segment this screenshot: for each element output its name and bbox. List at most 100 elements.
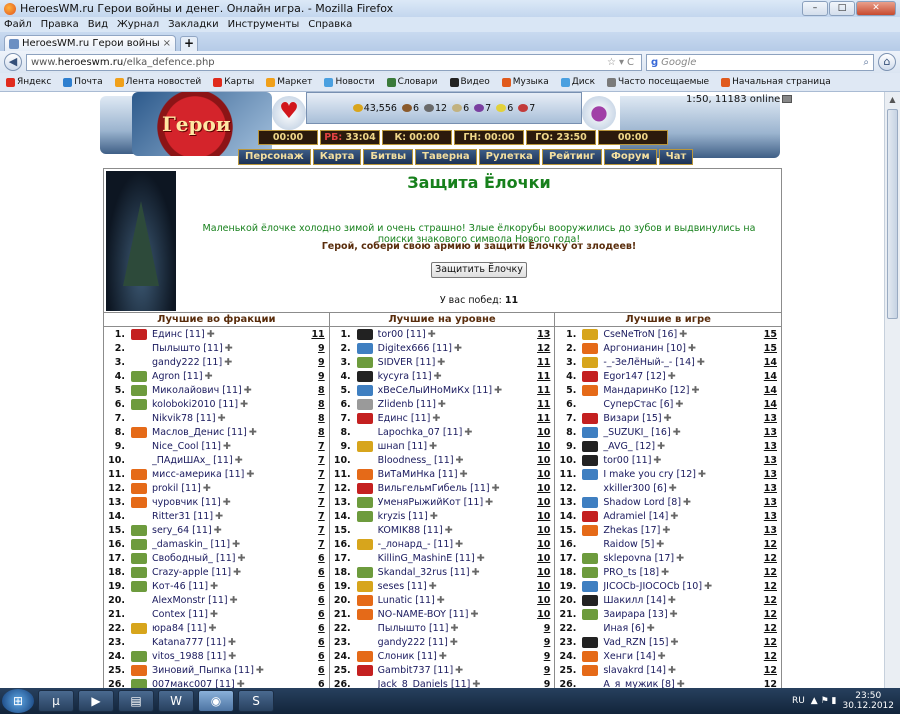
player-name[interactable]: PRO_ts [18] ✚ xyxy=(603,567,759,578)
player-name[interactable]: Lunatic [11] ✚ xyxy=(378,595,533,606)
player-name[interactable]: хВеСеЛыЙНоМиКх [11] ✚ xyxy=(378,385,533,396)
player-name[interactable]: юра84 [11] ✚ xyxy=(152,623,307,634)
defend-tree-button[interactable]: Защитить Ёлочку xyxy=(431,262,527,278)
player-score[interactable]: 12 xyxy=(759,567,781,578)
player-score[interactable]: 8 xyxy=(307,385,329,396)
player-score[interactable]: 7 xyxy=(307,539,329,550)
player-info-icon[interactable]: ✚ xyxy=(677,679,685,689)
player-name[interactable]: Ritter31 [11] ✚ xyxy=(152,511,307,522)
player-name[interactable]: Jack_8_Daniels [11] ✚ xyxy=(378,679,533,689)
player-info-icon[interactable]: ✚ xyxy=(670,511,678,522)
player-info-icon[interactable]: ✚ xyxy=(208,623,216,634)
player-info-icon[interactable]: ✚ xyxy=(246,469,254,480)
player-info-icon[interactable]: ✚ xyxy=(704,581,712,592)
player-name[interactable]: ВиТаМиНка [11] ✚ xyxy=(378,469,533,480)
menu-item[interactable]: Правка xyxy=(41,19,79,30)
scroll-up-arrow[interactable]: ▲ xyxy=(885,92,900,108)
player-score[interactable]: 12 xyxy=(759,679,781,689)
player-info-icon[interactable]: ✚ xyxy=(228,637,236,648)
home-icon[interactable]: ⌂ xyxy=(878,53,896,71)
player-name[interactable]: _SUZUKI_ [16] ✚ xyxy=(603,427,759,438)
player-info-icon[interactable]: ✚ xyxy=(240,399,248,410)
player-info-icon[interactable]: ✚ xyxy=(679,329,687,340)
player-name[interactable]: Egor147 [12] ✚ xyxy=(603,371,759,382)
player-score[interactable]: 10 xyxy=(532,609,554,620)
player-score[interactable]: 7 xyxy=(307,469,329,480)
player-name[interactable]: Lapochka_07 [11] ✚ xyxy=(378,427,533,438)
player-score[interactable]: 8 xyxy=(307,427,329,438)
game-menu-item[interactable]: Карта xyxy=(312,149,362,165)
player-score[interactable]: 10 xyxy=(532,567,554,578)
back-button[interactable]: ◀ xyxy=(4,53,22,71)
player-name[interactable]: 007макс007 [11] ✚ xyxy=(152,679,307,689)
player-score[interactable]: 13 xyxy=(759,413,781,424)
player-name[interactable]: Слоник [11] ✚ xyxy=(378,651,533,662)
player-score[interactable]: 13 xyxy=(759,483,781,494)
player-info-icon[interactable]: ✚ xyxy=(244,385,252,396)
media-player-icon[interactable]: ▶ xyxy=(78,690,114,712)
player-name[interactable]: А_я_мужик [8] ✚ xyxy=(603,679,759,689)
game-menu-item[interactable]: Чат xyxy=(658,149,694,165)
player-info-icon[interactable]: ✚ xyxy=(668,595,676,606)
player-score[interactable]: 10 xyxy=(532,427,554,438)
bookmark-item[interactable]: Словари xyxy=(386,77,438,87)
player-name[interactable]: _ПАдиШАх_ [11] ✚ xyxy=(152,455,307,466)
player-score[interactable]: 10 xyxy=(532,595,554,606)
player-score[interactable]: 6 xyxy=(307,651,329,662)
player-info-icon[interactable]: ✚ xyxy=(653,455,661,466)
scroll-thumb[interactable] xyxy=(887,109,898,319)
player-score[interactable]: 9 xyxy=(532,665,554,676)
player-name[interactable]: NO-NAME-BOY [11] ✚ xyxy=(378,609,533,620)
player-name[interactable]: tor00 [11] ✚ xyxy=(603,455,759,466)
player-info-icon[interactable]: ✚ xyxy=(237,679,245,689)
player-name[interactable]: seses [11] ✚ xyxy=(378,581,533,592)
bookmark-item[interactable]: Начальная страница xyxy=(721,77,831,87)
player-info-icon[interactable]: ✚ xyxy=(225,343,233,354)
player-info-icon[interactable]: ✚ xyxy=(256,665,264,676)
player-info-icon[interactable]: ✚ xyxy=(437,595,445,606)
player-info-icon[interactable]: ✚ xyxy=(232,539,240,550)
player-score[interactable]: 12 xyxy=(759,609,781,620)
bookmark-star-icon[interactable]: ☆▾C xyxy=(607,57,637,68)
player-info-icon[interactable]: ✚ xyxy=(658,651,666,662)
game-menu-item[interactable]: Рейтинг xyxy=(541,149,602,165)
player-score[interactable]: 7 xyxy=(307,441,329,452)
player-info-icon[interactable]: ✚ xyxy=(657,441,665,452)
menu-item[interactable]: Вид xyxy=(88,19,108,30)
player-name[interactable]: Шакилл [14] ✚ xyxy=(603,595,759,606)
player-score[interactable]: 7 xyxy=(307,483,329,494)
skype-icon[interactable]: S xyxy=(238,690,274,712)
start-button[interactable]: ⊞ xyxy=(2,689,34,713)
player-score[interactable]: 6 xyxy=(307,679,329,689)
firefox-taskbar-icon[interactable]: ◉ xyxy=(198,690,234,712)
player-info-icon[interactable]: ✚ xyxy=(669,483,677,494)
search-input[interactable]: g Google ⌕ xyxy=(646,53,874,71)
player-score[interactable]: 15 xyxy=(759,343,781,354)
player-score[interactable]: 13 xyxy=(759,497,781,508)
player-score[interactable]: 13 xyxy=(532,329,554,340)
player-name[interactable]: prokil [11] ✚ xyxy=(152,483,307,494)
language-indicator[interactable]: RU xyxy=(792,696,805,706)
player-info-icon[interactable]: ✚ xyxy=(215,511,223,522)
explorer-icon[interactable]: ▤ xyxy=(118,690,154,712)
heroes-logo[interactable]: Герои xyxy=(132,92,272,156)
player-name[interactable]: gandy222 [11] ✚ xyxy=(152,357,307,368)
bookmark-item[interactable]: Часто посещаемые xyxy=(607,77,709,87)
bookmark-item[interactable]: Музыка xyxy=(501,77,549,87)
player-score[interactable]: 11 xyxy=(532,371,554,382)
menu-item[interactable]: Журнал xyxy=(117,19,159,30)
player-name[interactable]: Заирара [13] ✚ xyxy=(603,609,759,620)
player-info-icon[interactable]: ✚ xyxy=(656,539,664,550)
player-name[interactable]: gandy222 [11] ✚ xyxy=(378,637,533,648)
player-info-icon[interactable]: ✚ xyxy=(472,679,480,689)
menu-item[interactable]: Закладки xyxy=(168,19,219,30)
player-info-icon[interactable]: ✚ xyxy=(228,651,236,662)
player-score[interactable]: 6 xyxy=(307,581,329,592)
player-name[interactable]: Кот-46 [11] ✚ xyxy=(152,581,307,592)
player-name[interactable]: Маслов_Денис [11] ✚ xyxy=(152,427,307,438)
player-info-icon[interactable]: ✚ xyxy=(437,357,445,368)
player-info-icon[interactable]: ✚ xyxy=(664,413,672,424)
player-name[interactable]: Digitex666 [11] ✚ xyxy=(378,343,533,354)
player-name[interactable]: sery_64 [11] ✚ xyxy=(152,525,307,536)
player-score[interactable]: 9 xyxy=(532,637,554,648)
